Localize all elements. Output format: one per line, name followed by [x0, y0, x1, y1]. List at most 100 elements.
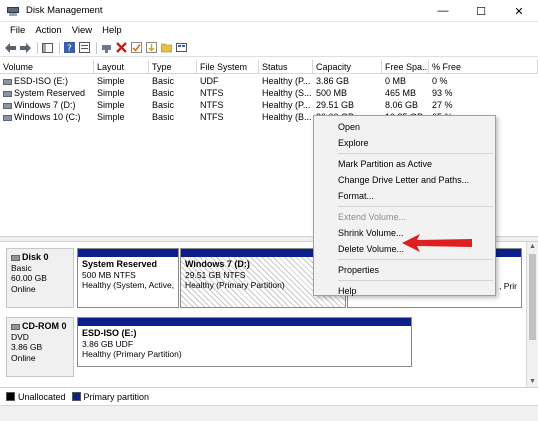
disk-name: Disk 0 [11, 252, 69, 263]
menu-item-change-drive-letter[interactable]: Change Drive Letter and Paths... [314, 172, 495, 188]
table-row[interactable]: Windows 7 (D:) Simple Basic NTFS Healthy… [0, 99, 538, 111]
table-row[interactable]: ESD-ISO (E:) Simple Basic UDF Healthy (P… [0, 75, 538, 87]
menu-item-help[interactable]: Help [314, 283, 495, 299]
import-icon[interactable] [145, 42, 157, 54]
table-cell: 29.51 GB [316, 100, 355, 110]
title-bar: Disk Management — ☐ ✕ [0, 0, 538, 22]
menu-separator [338, 153, 493, 154]
menu-item-mark-active[interactable]: Mark Partition as Active [314, 156, 495, 172]
scroll-up-icon[interactable]: ▲ [527, 242, 538, 252]
scroll-thumb[interactable] [529, 254, 536, 340]
table-cell: Windows 7 (D:) [0, 99, 94, 111]
volume-list-header: Volume Layout Type File System Status Ca… [0, 60, 538, 74]
table-cell: 500 MB [316, 88, 348, 98]
menu-item-properties[interactable]: Properties [314, 262, 495, 278]
column-header-type[interactable]: Type [149, 60, 197, 74]
check-icon[interactable] [130, 42, 142, 54]
scroll-down-icon[interactable]: ▼ [527, 377, 538, 387]
table-cell: Healthy (P... [262, 100, 311, 110]
help-icon[interactable]: ? [63, 42, 75, 54]
menu-file[interactable]: File [5, 25, 30, 36]
table-cell: Simple [97, 76, 125, 86]
legend-item-unallocated: Unallocated [6, 392, 66, 402]
annotation-arrow-icon [402, 234, 472, 252]
toolbar-separator [37, 41, 38, 54]
menu-item-explore[interactable]: Explore [314, 135, 495, 151]
open-folder-icon[interactable] [160, 42, 172, 54]
column-header-file-system[interactable]: File System [197, 60, 259, 74]
disk-name: CD-ROM 0 [11, 321, 69, 332]
menu-action[interactable]: Action [30, 25, 66, 36]
menu-bar: File Action View Help [0, 22, 538, 39]
menu-item-extend-volume: Extend Volume... [338, 212, 407, 222]
hard-disk-icon [11, 254, 20, 261]
column-header-free-space[interactable]: Free Spa... [382, 60, 429, 74]
window-controls: — ☐ ✕ [424, 0, 538, 22]
column-header-capacity[interactable]: Capacity [313, 60, 382, 74]
table-cell: 465 MB [385, 88, 417, 98]
table-cell: Healthy (S... [262, 88, 312, 98]
context-menu: Open Explore Mark Partition as Active Ch… [313, 115, 496, 296]
column-header-status[interactable]: Status [259, 60, 313, 74]
table-cell: 0 % [432, 76, 448, 86]
menu-separator [338, 280, 493, 281]
delete-icon[interactable] [115, 42, 127, 54]
toolbar-separator [96, 41, 97, 54]
table-cell: ESD-ISO (E:) [0, 75, 94, 87]
menu-item-format[interactable]: Format... [314, 188, 495, 204]
volume-icon [3, 90, 12, 97]
forward-arrow-icon[interactable] [19, 42, 31, 54]
vertical-scrollbar[interactable]: ▲ ▼ [526, 242, 538, 387]
table-cell: Simple [97, 112, 125, 122]
partition-status: Healthy (Primary Partition) [82, 349, 182, 359]
table-cell: Simple [97, 100, 125, 110]
partition-detail: 500 MB NTFS [82, 269, 136, 280]
disk-management-icon [7, 5, 19, 16]
partition-status: Healthy (System, Active, [82, 280, 175, 290]
cdrom-0-label[interactable]: CD-ROM 0 DVD 3.86 GB Online [6, 317, 74, 377]
volume-icon [3, 78, 12, 85]
unallocated-swatch [6, 392, 15, 401]
disk-0-label[interactable]: Disk 0 Basic 60.00 GB Online [6, 248, 74, 308]
table-cell: Windows 10 (C:) [0, 111, 94, 123]
column-header-percent-free[interactable]: % Free [429, 60, 538, 74]
view-icon[interactable] [175, 42, 187, 54]
svg-text:?: ? [67, 44, 72, 53]
menu-separator [338, 206, 493, 207]
table-cell: Healthy (P... [262, 76, 311, 86]
table-cell: NTFS [200, 112, 224, 122]
close-button[interactable]: ✕ [500, 0, 538, 22]
connect-icon[interactable] [100, 42, 112, 54]
volume-icon [3, 114, 12, 121]
menu-item-open[interactable]: Open [314, 119, 495, 135]
partition-name: System Reserved [82, 259, 158, 269]
status-bar [0, 405, 538, 421]
console-tree-icon[interactable] [41, 42, 53, 54]
column-header-layout[interactable]: Layout [94, 60, 149, 74]
legend: Unallocated Primary partition [0, 387, 538, 405]
table-cell: Simple [97, 88, 125, 98]
disk-status: Online [11, 352, 36, 363]
table-cell: Basic [152, 112, 175, 122]
partition-esd-iso[interactable]: ESD-ISO (E:) 3.86 GB UDF Healthy (Primar… [77, 317, 412, 367]
maximize-button[interactable]: ☐ [462, 0, 500, 22]
menu-help[interactable]: Help [97, 25, 127, 36]
table-cell: 3.86 GB [316, 76, 350, 86]
partition-name: ESD-ISO (E:) [82, 328, 137, 338]
disk-type: DVD [11, 331, 29, 342]
properties-icon[interactable] [78, 42, 90, 54]
primary-partition-bar [78, 318, 411, 326]
table-cell: UDF [200, 76, 219, 86]
table-cell: System Reserved [0, 87, 94, 99]
table-row[interactable]: System Reserved Simple Basic NTFS Health… [0, 87, 538, 99]
back-arrow-icon[interactable] [4, 42, 16, 54]
menu-view[interactable]: View [67, 25, 97, 36]
toolbar: ? [0, 39, 538, 57]
legend-item-primary: Primary partition [71, 392, 149, 402]
partition-system-reserved[interactable]: System Reserved 500 MB NTFS Healthy (Sys… [77, 248, 179, 308]
table-cell: Basic [152, 100, 175, 110]
column-header-volume[interactable]: Volume [0, 60, 94, 74]
minimize-button[interactable]: — [424, 0, 462, 22]
volume-icon [3, 102, 12, 109]
table-cell: NTFS [200, 88, 224, 98]
